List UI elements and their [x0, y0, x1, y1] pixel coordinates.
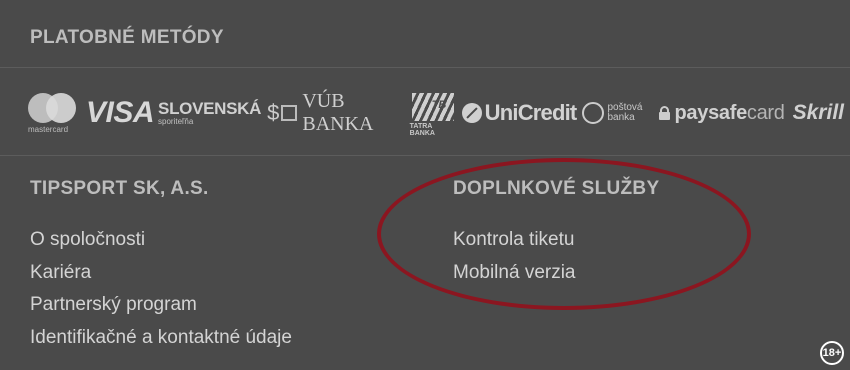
services-title: DOPLNKOVÉ SLUŽBY: [453, 178, 660, 199]
vub-icon: [281, 105, 298, 121]
slovenska-sporitelna-logo: SLOVENSKÁ sporiteľňa $: [158, 100, 279, 126]
postova-ring-icon: [582, 102, 605, 124]
mastercard-logo: mastercard: [28, 91, 86, 135]
payment-methods-title: PLATOBNÉ METÓDY: [30, 27, 224, 48]
tatra-label: TATRA BANKA: [409, 123, 435, 137]
services-links: Kontrola tiketu Mobilná verzia: [453, 224, 576, 289]
link-mobilna-verzia[interactable]: Mobilná verzia: [453, 257, 576, 290]
link-kontrola-tiketu[interactable]: Kontrola tiketu: [453, 224, 576, 257]
card-label: card: [746, 101, 785, 124]
sporitelna-s-icon: $: [267, 100, 280, 125]
company-title: TIPSPORT SK, A.S.: [30, 178, 209, 199]
visa-logo: VISA: [86, 96, 155, 129]
slovenska-label: SLOVENSKÁ: [158, 99, 262, 118]
unicredit-label: UniCredit: [484, 100, 578, 125]
link-kariera[interactable]: Kariéra: [30, 257, 292, 290]
link-o-spolocnosti[interactable]: O spoločnosti: [30, 224, 292, 257]
vub-label: VÚB BANKA: [302, 90, 374, 135]
lock-icon: [658, 106, 670, 120]
skrill-logo: Skrill: [792, 101, 844, 124]
sporitelna-label: sporiteľňa: [158, 117, 194, 126]
unicredit-logo: UniCredit: [461, 100, 583, 126]
banka-label: banka: [607, 112, 635, 123]
tatra-banka-logo: TB TATRA BANKA: [409, 91, 462, 137]
payment-logos: mastercard VISA SLOVENSKÁ sporiteľňa $ V…: [28, 88, 844, 138]
vub-banka-logo: VÚB BANKA: [279, 90, 409, 136]
age-restriction-badge: 18+: [820, 341, 844, 365]
mastercard-label: mastercard: [28, 125, 69, 134]
company-links: O spoločnosti Kariéra Partnerský program…: [30, 224, 292, 355]
postova-banka-logo: poštová banka: [582, 102, 658, 124]
paysafecard-logo: paysafecard: [658, 101, 785, 125]
tatra-short-label: TB: [431, 99, 447, 111]
divider-bottom: [0, 155, 850, 156]
unicredit-icon: [461, 103, 482, 123]
link-identifikacne-udaje[interactable]: Identifikačné a kontaktné údaje: [30, 322, 292, 355]
divider-top: [0, 67, 850, 68]
paysafe-label: paysafe: [674, 101, 748, 124]
link-partnersky-program[interactable]: Partnerský program: [30, 289, 292, 322]
